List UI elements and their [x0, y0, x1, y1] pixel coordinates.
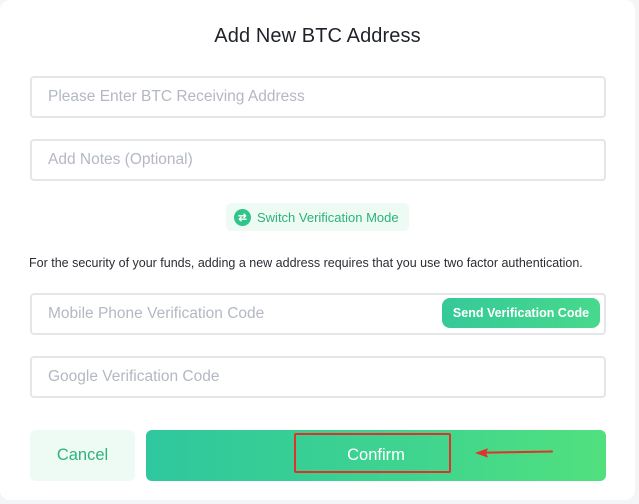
google-code-field: [30, 356, 606, 398]
send-verification-code-button[interactable]: Send Verification Code: [442, 298, 600, 328]
switch-verification-mode-label: Switch Verification Mode: [257, 209, 399, 225]
dialog-title: Add New BTC Address: [214, 25, 421, 47]
switch-verification-mode-button[interactable]: Switch Verification Mode: [226, 203, 409, 231]
swap-icon: [234, 208, 251, 226]
security-note: For the security of your funds, adding a…: [29, 256, 583, 270]
btc-address-field: [30, 76, 606, 118]
notes-input[interactable]: [32, 141, 604, 179]
btc-address-input[interactable]: [32, 78, 604, 116]
confirm-label: Confirm: [347, 446, 405, 464]
cancel-label: Cancel: [56, 446, 109, 464]
google-code-input[interactable]: [32, 358, 604, 396]
send-verification-code-label: Send Verification Code: [452, 306, 590, 320]
notes-field: [30, 139, 606, 181]
add-address-dialog: Add New BTC Address Switch Verification …: [0, 0, 635, 500]
cancel-button[interactable]: Cancel: [30, 430, 135, 481]
confirm-button[interactable]: Confirm: [146, 430, 606, 481]
mobile-code-field: Send Verification Code: [30, 293, 606, 335]
